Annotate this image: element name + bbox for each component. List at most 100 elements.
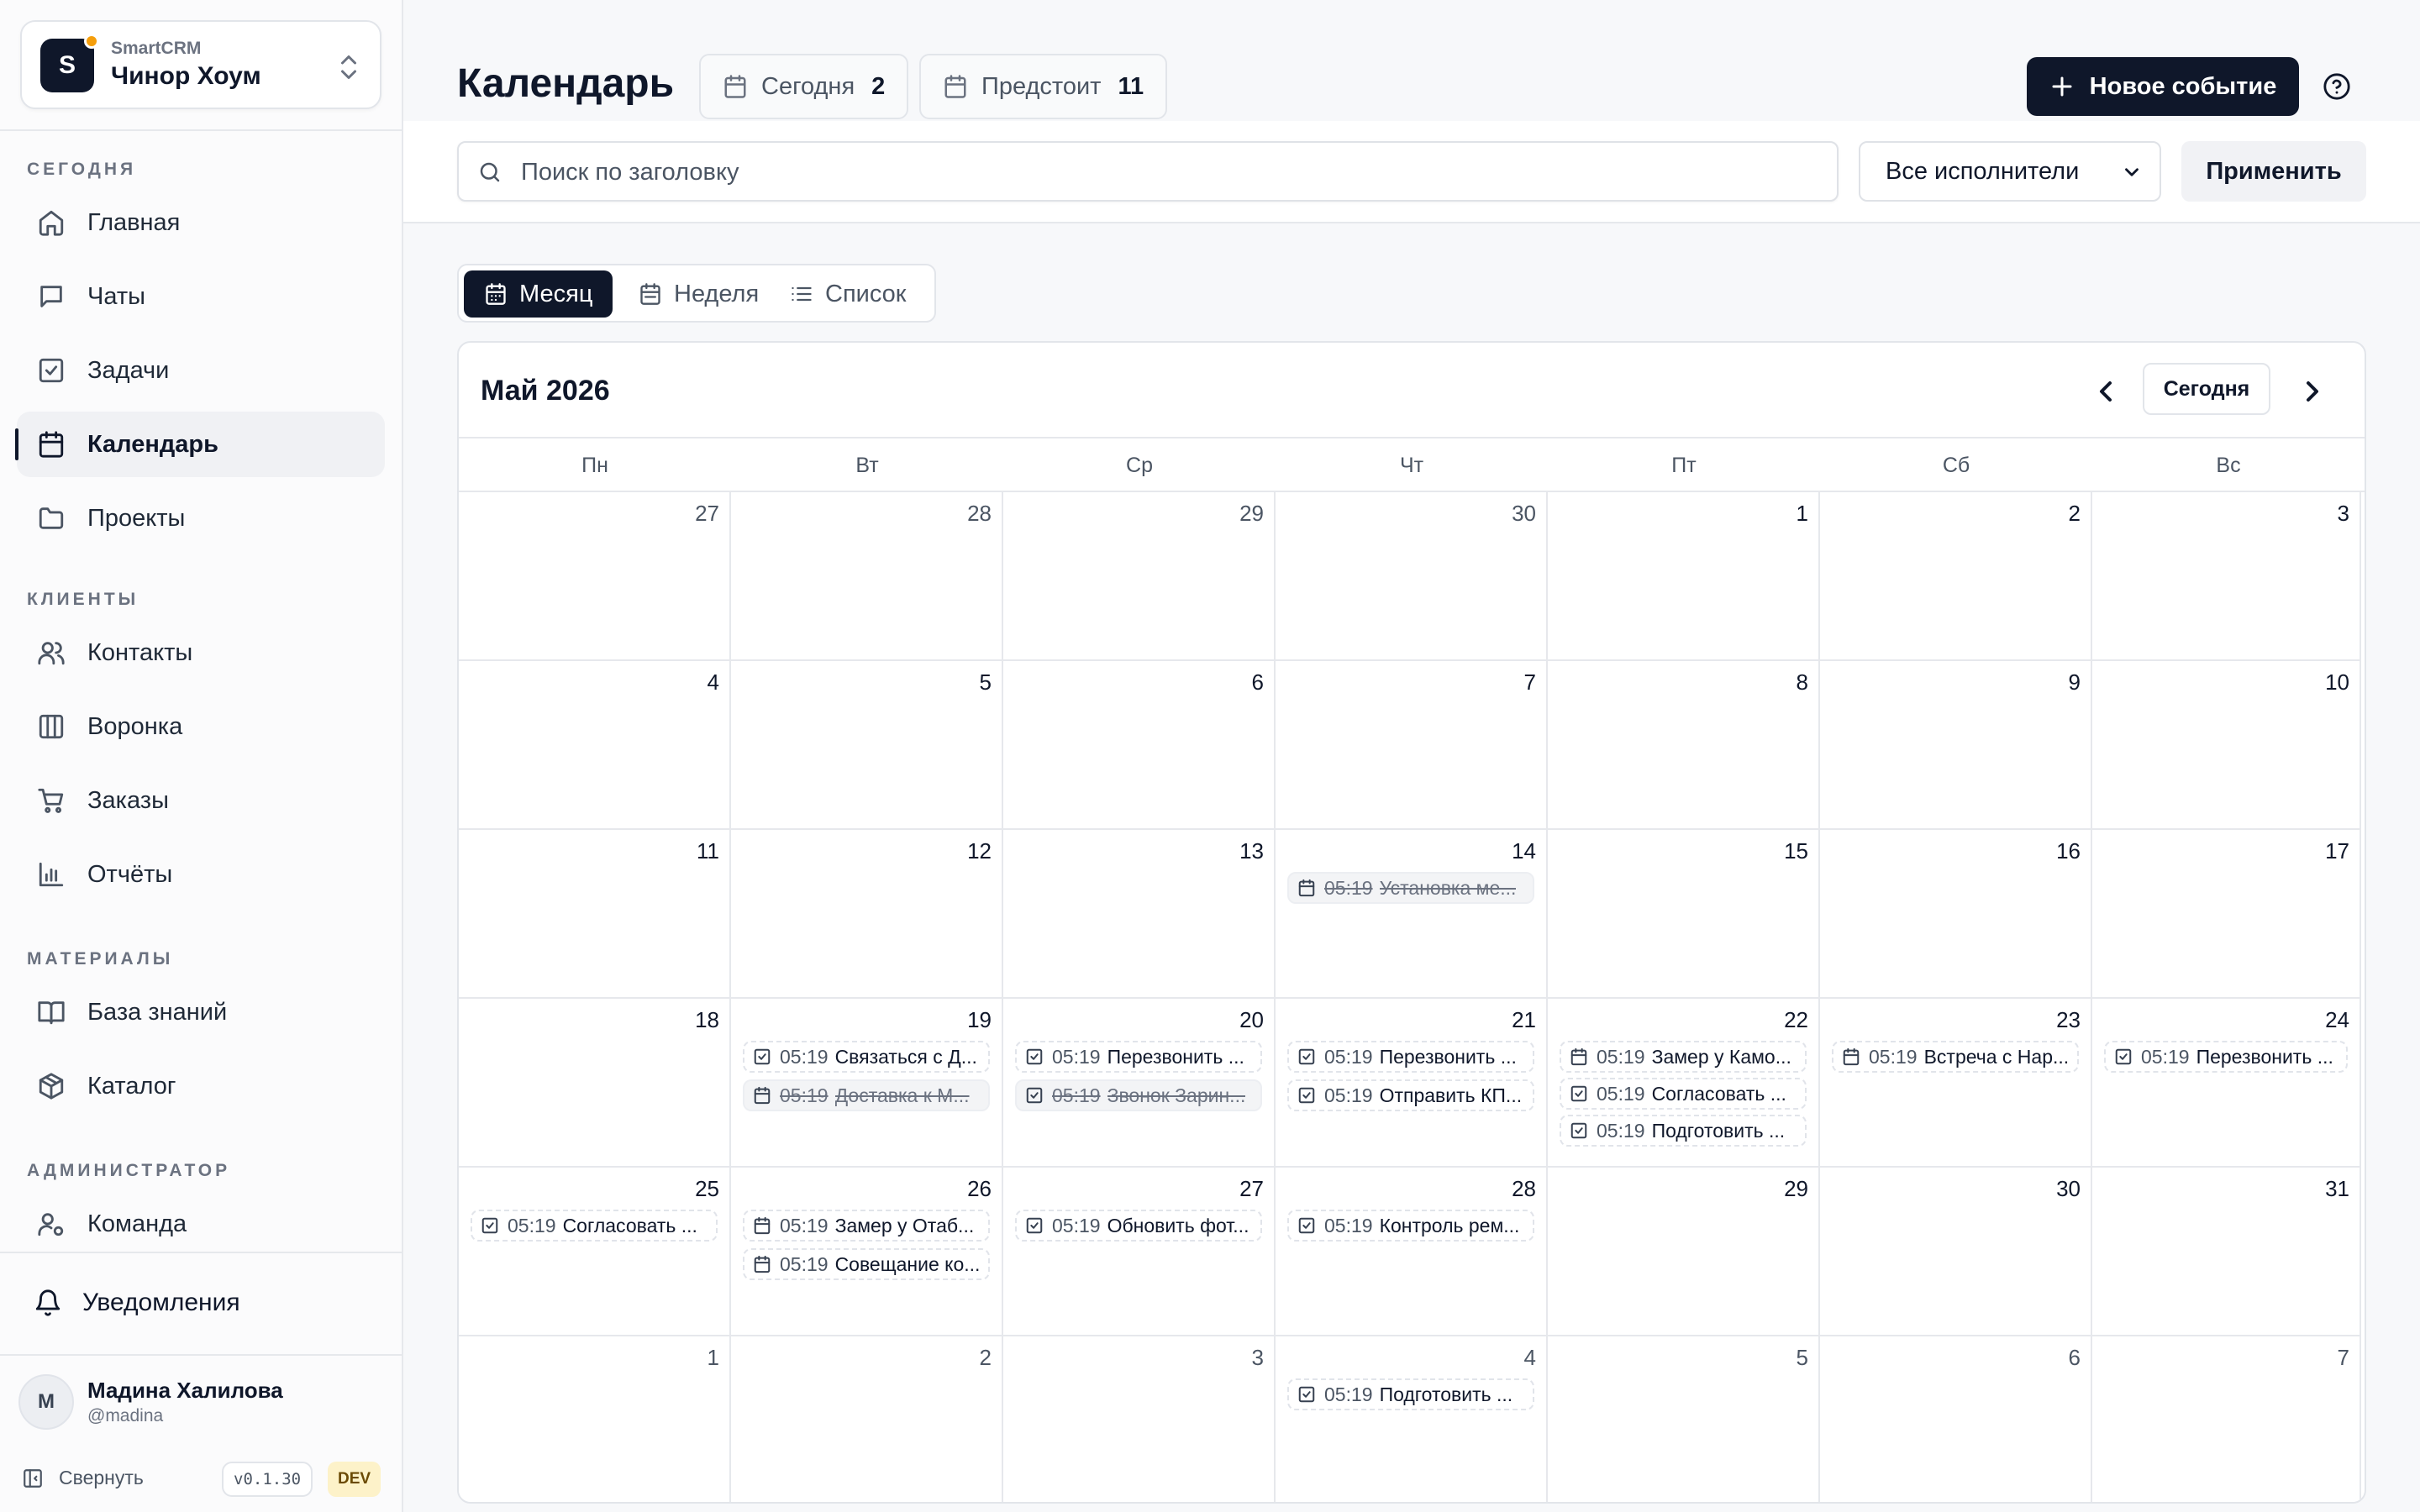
event-title: Замер у Камо... — [1651, 1045, 1791, 1068]
calendar-event[interactable]: 05:19 Встреча с Нар... — [1832, 1041, 2079, 1073]
sidebar-item-cart[interactable]: Заказы — [17, 768, 385, 833]
sidebar-item-package[interactable]: Каталог — [17, 1053, 385, 1119]
day-cell[interactable]: 19 05:19 Связаться с Д... 05:19 Доставка к М… — [731, 999, 1003, 1168]
day-cell[interactable]: 7 — [1276, 661, 1548, 830]
sidebar-item-users[interactable]: Контакты — [17, 620, 385, 685]
calendar-event[interactable]: 05:19 Совещание ко... — [743, 1248, 990, 1280]
calendar-event[interactable]: 05:19 Согласовать ... — [1560, 1078, 1807, 1110]
chevron-left-icon[interactable] — [2089, 375, 2123, 408]
calendar-event[interactable]: 05:19 Связаться с Д... — [743, 1041, 990, 1073]
day-cell[interactable]: 16 — [1820, 830, 2092, 999]
sidebar-item-chat[interactable]: Чаты — [17, 264, 385, 329]
day-cell[interactable]: 14 05:19 Установка ме... — [1276, 830, 1548, 999]
event-title: Установка ме... — [1379, 876, 1517, 899]
day-cell[interactable]: 4 05:19 Подготовить ... — [1276, 1336, 1548, 1502]
sidebar-item-user-cog[interactable]: Команда — [17, 1191, 385, 1257]
day-cell[interactable]: 21 05:19 Перезвонить ... 05:19 Отправить КП.… — [1276, 999, 1548, 1168]
calendar-event[interactable]: 05:19 Звонок Зарин... — [1015, 1079, 1262, 1111]
day-cell[interactable]: 30 — [1276, 492, 1548, 661]
day-cell[interactable]: 22 05:19 Замер у Камо... 05:19 Согласовать .… — [1548, 999, 1820, 1168]
day-cell[interactable]: 31 — [2092, 1168, 2361, 1336]
day-cell[interactable]: 29 — [1003, 492, 1276, 661]
sidebar-item-task[interactable]: Задачи — [17, 338, 385, 403]
notifications-button[interactable]: Уведомления — [17, 1270, 385, 1336]
apply-button[interactable]: Применить — [2181, 141, 2366, 202]
day-cell[interactable]: 5 — [731, 661, 1003, 830]
today-button[interactable]: Сегодня — [2143, 363, 2270, 415]
calendar-event[interactable]: 05:19 Установка ме... — [1287, 872, 1534, 904]
calendar-event[interactable]: 05:19 Перезвонить ... — [1287, 1041, 1534, 1073]
day-cell[interactable]: 7 — [2092, 1336, 2361, 1502]
calendar-event[interactable]: 05:19 Отправить КП... — [1287, 1079, 1534, 1111]
calendar-event[interactable]: 05:19 Замер у Отаб... — [743, 1210, 990, 1242]
day-cell[interactable]: 12 — [731, 830, 1003, 999]
day-cell[interactable]: 6 — [1820, 1336, 2092, 1502]
day-cell[interactable]: 2 — [731, 1336, 1003, 1502]
upcoming-chip[interactable]: Предстоит 11 — [919, 54, 1168, 119]
day-cell[interactable]: 25 05:19 Согласовать ... — [459, 1168, 731, 1336]
calendar-event[interactable]: 05:19 Перезвонить ... — [1015, 1041, 1262, 1073]
day-cell[interactable]: 13 — [1003, 830, 1276, 999]
event-time: 05:19 — [1324, 1084, 1373, 1106]
day-cell[interactable]: 24 05:19 Перезвонить ... — [2092, 999, 2361, 1168]
day-cell[interactable]: 17 — [2092, 830, 2361, 999]
avatar[interactable]: М — [18, 1374, 74, 1430]
sidebar-item-calendar[interactable]: Календарь — [15, 412, 385, 477]
day-cell[interactable]: 29 — [1548, 1168, 1820, 1336]
chevron-right-icon[interactable] — [2296, 375, 2329, 408]
day-cell[interactable]: 6 — [1003, 661, 1276, 830]
day-cell[interactable]: 10 — [2092, 661, 2361, 830]
sidebar-item-home[interactable]: Главная — [17, 190, 385, 255]
day-cell[interactable]: 1 — [1548, 492, 1820, 661]
day-cell[interactable]: 28 05:19 Контроль рем... — [1276, 1168, 1548, 1336]
calendar-event[interactable]: 05:19 Согласовать ... — [471, 1210, 718, 1242]
day-number: 30 — [1512, 501, 1536, 526]
day-cell[interactable]: 9 — [1820, 661, 2092, 830]
calendar-event[interactable]: 05:19 Подготовить ... — [1287, 1378, 1534, 1410]
today-chip[interactable]: Сегодня 2 — [699, 54, 909, 119]
day-cell[interactable]: 26 05:19 Замер у Отаб... 05:19 Совещание ко.… — [731, 1168, 1003, 1336]
event-title: Замер у Отаб... — [834, 1214, 975, 1236]
sidebar-section-title: МАТЕРИАЛЫ — [27, 949, 174, 969]
day-cell[interactable]: 18 — [459, 999, 731, 1168]
day-cell[interactable]: 27 — [459, 492, 731, 661]
day-cell[interactable]: 11 — [459, 830, 731, 999]
sidebar-item-label: Заказы — [87, 786, 169, 814]
collapse-sidebar-button[interactable]: Свернуть — [22, 1467, 144, 1489]
day-cell[interactable]: 8 — [1548, 661, 1820, 830]
performer-select[interactable]: Все исполнители — [1859, 141, 2161, 202]
day-cell[interactable]: 5 — [1548, 1336, 1820, 1502]
sidebar-item-book[interactable]: База знаний — [17, 979, 385, 1045]
day-cell[interactable]: 1 — [459, 1336, 731, 1502]
sidebar-item-folder[interactable]: Проекты — [17, 486, 385, 551]
day-cell[interactable]: 23 05:19 Встреча с Нар... — [1820, 999, 2092, 1168]
calendar-event[interactable]: 05:19 Замер у Камо... — [1560, 1041, 1807, 1073]
workspace-switcher[interactable]: S SmartCRM Чинор Хоум — [20, 20, 381, 109]
day-cell[interactable]: 3 — [2092, 492, 2361, 661]
tab-month[interactable]: Месяц — [464, 270, 613, 318]
event-title: Перезвонить ... — [2196, 1045, 2333, 1068]
help-icon[interactable] — [2323, 72, 2351, 101]
tab-list[interactable]: Список — [770, 270, 927, 318]
sidebar-item-kanban[interactable]: Воронка — [17, 694, 385, 759]
sidebar-item-chart[interactable]: Отчёты — [17, 842, 385, 907]
day-cell[interactable]: 28 — [731, 492, 1003, 661]
event-title: Подготовить ... — [1651, 1119, 1786, 1142]
calendar-event[interactable]: 05:19 Контроль рем... — [1287, 1210, 1534, 1242]
day-cell[interactable]: 3 — [1003, 1336, 1276, 1502]
day-cell[interactable]: 2 — [1820, 492, 2092, 661]
day-cell[interactable]: 30 — [1820, 1168, 2092, 1336]
calendar-event[interactable]: 05:19 Подготовить ... — [1560, 1115, 1807, 1147]
calendar-event[interactable]: 05:19 Обновить фот... — [1015, 1210, 1262, 1242]
calendar-event[interactable]: 05:19 Перезвонить ... — [2104, 1041, 2348, 1073]
day-cell[interactable]: 4 — [459, 661, 731, 830]
day-cell[interactable]: 15 — [1548, 830, 1820, 999]
calendar-icon — [1298, 879, 1315, 897]
new-event-button[interactable]: Новое событие — [2027, 57, 2299, 116]
day-cell[interactable]: 27 05:19 Обновить фот... — [1003, 1168, 1276, 1336]
day-cell[interactable]: 20 05:19 Перезвонить ... 05:19 Звонок Зарин.… — [1003, 999, 1276, 1168]
task-icon — [1298, 1048, 1315, 1065]
calendar-event[interactable]: 05:19 Доставка к М... — [743, 1079, 990, 1111]
search-input[interactable] — [519, 151, 1813, 193]
tab-week[interactable]: Неделя — [618, 270, 779, 318]
